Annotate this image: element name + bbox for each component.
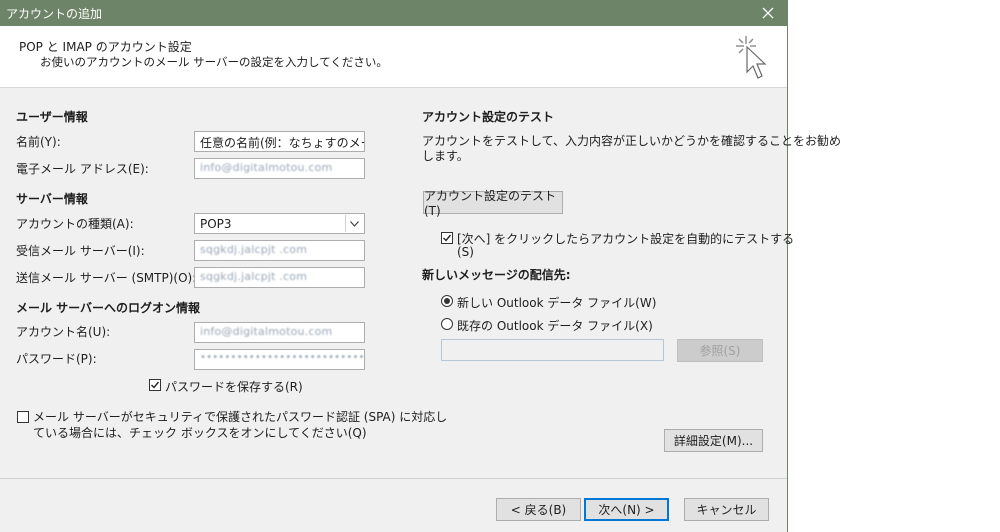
email-input[interactable]: info@digitalmotou.com (194, 158, 365, 179)
save-password-checkbox[interactable] (149, 379, 161, 391)
test-desc-line2: します。 (422, 149, 469, 163)
chevron-down-icon (350, 220, 359, 227)
test-account-button[interactable]: アカウント設定のテスト(T) (423, 189, 563, 218)
spa-checkbox[interactable] (17, 411, 29, 423)
user-info-section: ユーザー情報 (16, 110, 88, 124)
cancel-button[interactable]: キャンセル (684, 498, 769, 521)
new-data-file-label[interactable]: 新しい Outlook データ ファイル(W) (457, 294, 656, 311)
close-icon (762, 7, 774, 19)
account-type-select[interactable]: POP3 (194, 213, 365, 234)
header-subheading: お使いのアカウントのメール サーバーの設定を入力してください。 (40, 55, 388, 69)
dialog-header: POP と IMAP のアカウント設定 お使いのアカウントのメール サーバーの設… (0, 26, 787, 88)
wizard-cursor-icon (736, 36, 767, 79)
password-label: パスワード(P): (16, 352, 97, 366)
account-name-label: アカウント名(U): (16, 325, 111, 339)
checkmark-icon (151, 381, 160, 389)
outgoing-server-value: sqgkdj.jalcpjt .com (200, 270, 308, 283)
checkmark-icon (443, 234, 452, 242)
outgoing-server-input[interactable]: sqgkdj.jalcpjt .com (194, 267, 365, 288)
auto-test-label-line2[interactable]: (S) (457, 245, 474, 259)
email-label: 電子メール アドレス(E): (16, 162, 149, 176)
spa-label-line2[interactable]: ている場合には、チェック ボックスをオンにしてください(Q) (33, 424, 367, 441)
account-type-label: アカウントの種類(A): (16, 217, 134, 231)
browse-button[interactable]: 参照(S) (677, 339, 763, 362)
password-input[interactable]: •••••••••••••••••••••••••••• (194, 349, 365, 370)
delivery-section: 新しいメッセージの配信先: (422, 268, 571, 282)
incoming-server-value: sqgkdj.jalcpjt .com (200, 243, 308, 256)
account-name-input[interactable]: info@digitalmotou.com (194, 322, 365, 343)
account-name-value: info@digitalmotou.com (200, 325, 333, 338)
logon-info-section: メール サーバーへのログオン情報 (16, 301, 201, 315)
radio-selected-dot (444, 298, 450, 304)
title-bar[interactable]: アカウントの追加 (0, 0, 788, 26)
name-label: 名前(Y): (16, 135, 61, 149)
incoming-server-label: 受信メール サーバー(I): (16, 244, 145, 258)
test-section: アカウント設定のテスト (422, 110, 555, 124)
name-input[interactable]: 任意の名前(例：なちょすのメール) (194, 131, 365, 152)
account-type-value: POP3 (200, 217, 232, 231)
footer-separator (0, 478, 787, 479)
incoming-server-input[interactable]: sqgkdj.jalcpjt .com (194, 240, 365, 261)
email-value: info@digitalmotou.com (200, 161, 333, 174)
window-title: アカウントの追加 (6, 7, 103, 21)
header-heading: POP と IMAP のアカウント設定 (19, 40, 192, 54)
add-account-dialog: アカウントの追加 POP と IMAP のアカウント設定 お使いのアカウントのメ… (0, 0, 841, 532)
spa-label-line1[interactable]: メール サーバーがセキュリティで保護されたパスワード認証 (SPA) に対応し (33, 408, 447, 425)
back-button[interactable]: < 戻る(B) (496, 498, 581, 521)
advanced-settings-button[interactable]: 詳細設定(M)... (664, 429, 763, 452)
dropdown-arrow[interactable] (345, 215, 363, 232)
password-value: •••••••••••••••••••••••••••• (200, 352, 365, 363)
auto-test-checkbox[interactable] (441, 232, 453, 244)
auto-test-label-line1[interactable]: [次へ] をクリックしたらアカウント設定を自動的にテストする (457, 230, 794, 247)
close-button[interactable] (754, 2, 782, 24)
save-password-label[interactable]: パスワードを保存する(R) (165, 378, 303, 395)
existing-file-path-input[interactable] (441, 339, 664, 361)
next-button[interactable]: 次へ(N) > (584, 498, 669, 521)
existing-data-file-radio[interactable] (441, 318, 453, 330)
existing-data-file-label[interactable]: 既存の Outlook データ ファイル(X) (457, 317, 653, 334)
server-info-section: サーバー情報 (16, 192, 88, 206)
test-desc-line1: アカウントをテストして、入力内容が正しいかどうかを確認することをお勧め (422, 134, 842, 148)
outgoing-server-label: 送信メール サーバー (SMTP)(O): (16, 271, 197, 285)
new-data-file-radio[interactable] (441, 295, 453, 307)
